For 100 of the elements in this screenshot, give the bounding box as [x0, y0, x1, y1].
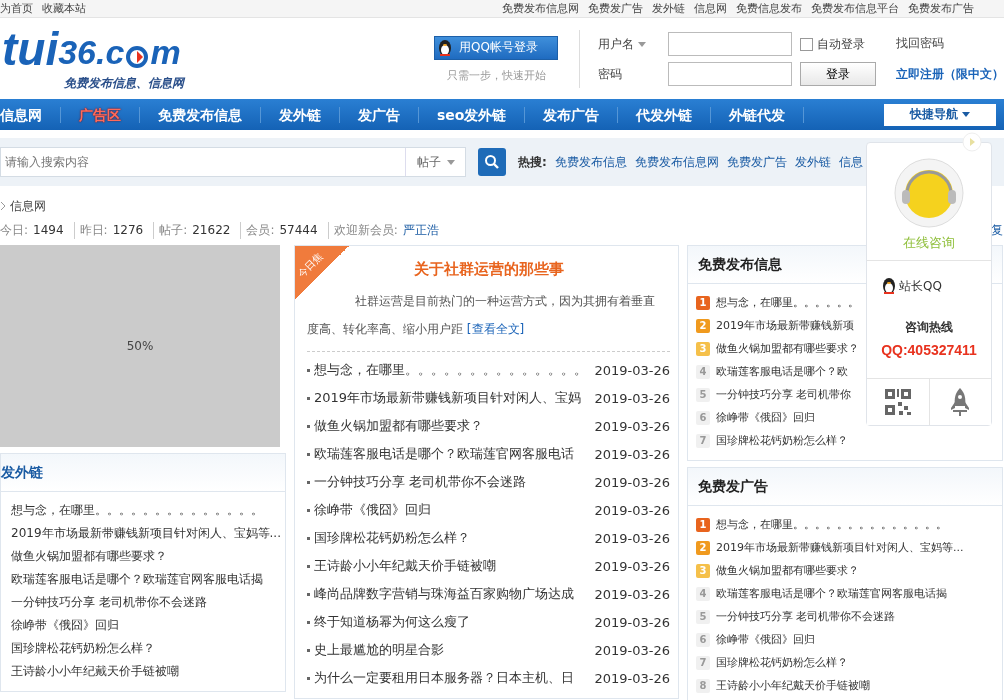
list-item[interactable]: 想与念，在哪里。。。。。。。。。。。。。。	[716, 513, 947, 536]
list-item[interactable]: 国珍牌松花钙奶粉怎么样？	[11, 637, 285, 660]
list-item[interactable]: 一分钟技巧分享 老司机带你不会迷路	[716, 605, 896, 628]
top-link[interactable]: 免费发布广告	[908, 1, 974, 16]
list-item[interactable]: 2019年市场最新带赚钱新项目针对闲人、宝妈等...	[716, 536, 964, 559]
article-date: 2019-03-26	[594, 670, 670, 686]
list-item[interactable]: 一分钟技巧分享 老司机带你不会迷路	[11, 591, 285, 614]
new-member-link[interactable]: 严正浩	[402, 221, 439, 239]
list-item[interactable]: 做鱼火锅加盟都有哪些要求？	[11, 545, 285, 568]
forgot-password-link[interactable]: 找回密码	[896, 35, 1004, 52]
article-link[interactable]: 想与念，在哪里。。。。。。。。。。。。。。	[314, 361, 591, 379]
nav-tab[interactable]: 信息网	[0, 106, 61, 123]
site-logo[interactable]: tui36.c m	[0, 26, 428, 72]
list-item[interactable]: 做鱼火锅加盟都有哪些要求？	[716, 559, 859, 582]
nav-tab[interactable]: 代发外链	[618, 106, 712, 123]
list-item[interactable]: 想与念，在哪里。。。。。。。。。。。。。。	[11, 499, 285, 522]
stat-value: 1276	[112, 223, 144, 237]
article-link[interactable]: 欧瑞莲客服电话是哪个？欧瑞莲官网客服电话	[314, 445, 591, 463]
list-item[interactable]: 国珍牌松花钙奶粉怎么样？	[716, 651, 848, 674]
stat-value: 57444	[279, 223, 318, 237]
list-item[interactable]: 2019年市场最新带赚钱新项	[716, 314, 854, 337]
rank-badge: 7	[696, 655, 710, 670]
top-link[interactable]: 免费信息发布	[736, 1, 802, 16]
stat-value: 21622	[192, 223, 231, 237]
article-date: 2019-03-26	[594, 362, 670, 378]
search-field[interactable]: 请输入搜索内容 帖子	[0, 147, 466, 177]
hot-search-link[interactable]: 免费发布信息网	[634, 153, 719, 171]
search-button[interactable]	[478, 148, 506, 176]
article-link[interactable]: 国珍牌松花钙奶粉怎么样？	[314, 529, 591, 547]
article-link[interactable]: 峰尚品牌数字营销与珠海益百家购物广场达成	[314, 585, 591, 603]
stat-label: 帖子:	[159, 221, 188, 239]
rank-badge: 4	[696, 586, 710, 601]
login-button[interactable]: 登录	[800, 62, 876, 86]
article-link[interactable]: 为什么一定要租用日本服务器？日本主机、日	[314, 669, 591, 687]
top-link[interactable]: 收藏本站	[42, 1, 86, 16]
article-link[interactable]: 做鱼火锅加盟都有哪些要求？	[314, 417, 591, 435]
article-link[interactable]: 终于知道杨幂为何这么瘦了	[314, 613, 591, 631]
list-item[interactable]: 徐峥带《俄囧》回归	[11, 614, 285, 637]
list-item[interactable]: 欧瑞莲客服电话是哪个？欧瑞莲官网客服电话揭	[11, 568, 285, 591]
hot-search-link[interactable]: 免费发广告	[726, 153, 787, 171]
hotline-number: QQ:405327411	[881, 342, 977, 358]
rocket-icon	[950, 388, 971, 416]
qq-login-hint: 只需一步，快速开始	[446, 67, 546, 83]
rank-badge: 6	[696, 410, 710, 425]
logo-slogan: 免费发布信息、信息网	[64, 75, 186, 92]
top-link[interactable]: 免费发布信息网	[502, 1, 579, 16]
top-link[interactable]: 免费发广告	[588, 1, 643, 16]
read-more-link[interactable]: [查看全文]	[466, 322, 525, 336]
list-item[interactable]: 一分钟技巧分享 老司机带你	[716, 383, 852, 406]
rank-badge: 3	[696, 341, 710, 356]
slideshow[interactable]: 50%	[0, 245, 280, 447]
username-field[interactable]	[668, 32, 792, 56]
list-item[interactable]: 想与念，在哪里。。。。。。	[716, 291, 859, 314]
article-link[interactable]: 2019年市场最新带赚钱新项目针对闲人、宝妈	[314, 389, 591, 407]
list-item[interactable]: 徐峥带《俄囧》回归	[716, 628, 815, 651]
support-avatar-icon	[894, 158, 964, 228]
hot-search-link[interactable]: 免费发布信息	[554, 153, 627, 171]
top-link[interactable]: 免费发布信息平台	[811, 1, 899, 16]
list-item[interactable]: 2019年市场最新带赚钱新项目针对闲人、宝妈等...	[11, 522, 285, 545]
panel-title: 免费发广告	[688, 468, 1002, 506]
article-date: 2019-03-26	[594, 390, 670, 406]
article-date: 2019-03-26	[594, 474, 670, 490]
list-item[interactable]: 国珍牌松花钙奶粉怎么样？	[716, 429, 848, 452]
article-link[interactable]: 王诗龄小小年纪戴天价手链被嘲	[314, 557, 591, 575]
stats-link[interactable]: 复	[991, 221, 1003, 239]
qr-code-button[interactable]	[867, 379, 930, 425]
register-link[interactable]: 立即注册（限中文）	[896, 66, 1004, 83]
chevron-icon	[0, 201, 6, 211]
list-item[interactable]: 王诗龄小小年纪戴天价手链被嘲	[11, 660, 285, 683]
article-link[interactable]: 一分钟技巧分享 老司机带你不会迷路	[314, 473, 591, 491]
penguin-icon	[881, 277, 897, 295]
top-link[interactable]: 发外链	[652, 1, 685, 16]
list-item[interactable]: 徐峥带《俄囧》回归	[716, 406, 815, 429]
breadcrumb-link[interactable]: 信息网	[10, 197, 46, 215]
nav-tab[interactable]: 外链代发	[711, 106, 805, 123]
penguin-icon	[437, 38, 454, 57]
article-link[interactable]: 徐峥带《俄囧》回归	[314, 501, 591, 519]
list-item[interactable]: 王诗龄小小年纪戴天价手链被嘲	[716, 674, 870, 697]
auto-login-checkbox[interactable]: 自动登录	[800, 35, 876, 53]
nav-tab[interactable]: seo发外链	[419, 106, 526, 123]
rank-badge: 1	[696, 517, 710, 532]
list-item[interactable]: 做鱼火锅加盟都有哪些要求？	[716, 337, 859, 360]
nav-tab[interactable]: 免费发布信息	[140, 106, 261, 123]
hot-search-link[interactable]: 发外链	[794, 153, 831, 171]
nav-tab[interactable]: 发布广告	[525, 106, 619, 123]
password-field[interactable]	[668, 62, 792, 86]
username-label[interactable]: 用户名	[598, 35, 668, 53]
hot-search-link[interactable]: 信息	[838, 153, 863, 171]
nav-tab[interactable]: 发外链	[261, 106, 340, 123]
top-link[interactable]: 信息网	[694, 1, 727, 16]
article-date: 2019-03-26	[594, 530, 670, 546]
top-link[interactable]: 为首页	[0, 1, 33, 16]
qq-login-button[interactable]: 用QQ帐号登录	[434, 35, 559, 60]
nav-tab[interactable]: 发广告	[340, 106, 419, 123]
list-item[interactable]: 欧瑞莲客服电话是哪个？欧瑞莲官网客服电话揭	[716, 582, 947, 605]
hotline-label: 咨询热线	[905, 319, 953, 336]
article-link[interactable]: 史上最尴尬的明星合影	[314, 641, 591, 659]
list-item[interactable]: 欧瑞莲客服电话是哪个？欧	[716, 360, 848, 383]
quick-nav-button[interactable]: 快捷导航	[884, 103, 996, 126]
caret-icon	[638, 41, 646, 47]
